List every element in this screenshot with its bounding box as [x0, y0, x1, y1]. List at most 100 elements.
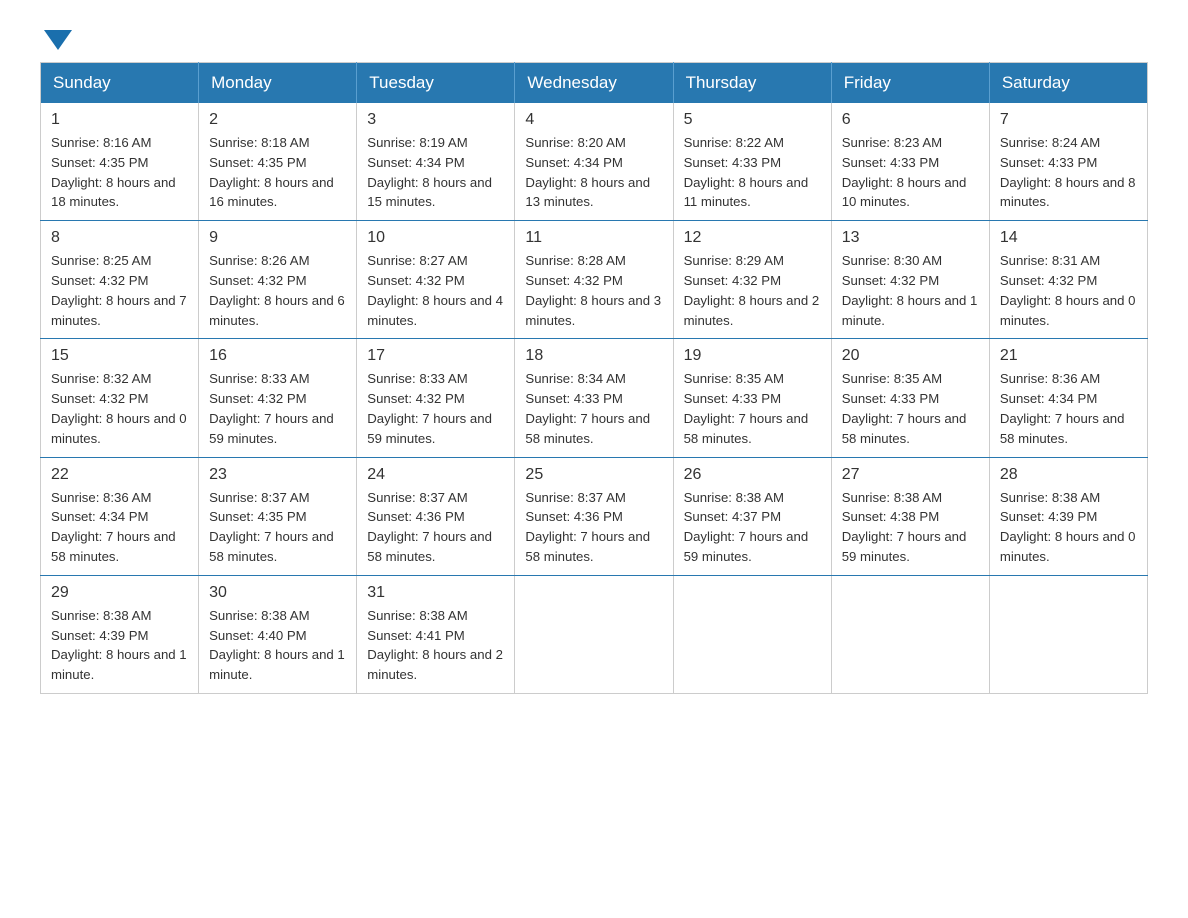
calendar-cell: 6 Sunrise: 8:23 AM Sunset: 4:33 PM Dayli…: [831, 103, 989, 221]
calendar-cell: 17 Sunrise: 8:33 AM Sunset: 4:32 PM Dayl…: [357, 339, 515, 457]
day-number: 18: [525, 347, 662, 365]
day-info: Sunrise: 8:34 AM Sunset: 4:33 PM Dayligh…: [525, 369, 662, 448]
calendar-cell: 4 Sunrise: 8:20 AM Sunset: 4:34 PM Dayli…: [515, 103, 673, 221]
day-number: 2: [209, 111, 346, 129]
day-info: Sunrise: 8:38 AM Sunset: 4:41 PM Dayligh…: [367, 606, 504, 685]
calendar-cell: 21 Sunrise: 8:36 AM Sunset: 4:34 PM Dayl…: [989, 339, 1147, 457]
day-info: Sunrise: 8:37 AM Sunset: 4:35 PM Dayligh…: [209, 488, 346, 567]
day-info: Sunrise: 8:38 AM Sunset: 4:38 PM Dayligh…: [842, 488, 979, 567]
day-number: 6: [842, 111, 979, 129]
calendar-cell: 13 Sunrise: 8:30 AM Sunset: 4:32 PM Dayl…: [831, 221, 989, 339]
day-number: 22: [51, 466, 188, 484]
calendar-body: 1 Sunrise: 8:16 AM Sunset: 4:35 PM Dayli…: [41, 103, 1148, 693]
day-info: Sunrise: 8:33 AM Sunset: 4:32 PM Dayligh…: [209, 369, 346, 448]
weekday-header-wednesday: Wednesday: [515, 63, 673, 104]
day-info: Sunrise: 8:18 AM Sunset: 4:35 PM Dayligh…: [209, 133, 346, 212]
day-number: 23: [209, 466, 346, 484]
calendar-cell: 9 Sunrise: 8:26 AM Sunset: 4:32 PM Dayli…: [199, 221, 357, 339]
calendar-cell: 24 Sunrise: 8:37 AM Sunset: 4:36 PM Dayl…: [357, 457, 515, 575]
calendar-cell: 26 Sunrise: 8:38 AM Sunset: 4:37 PM Dayl…: [673, 457, 831, 575]
calendar-cell: 15 Sunrise: 8:32 AM Sunset: 4:32 PM Dayl…: [41, 339, 199, 457]
calendar-week-row: 8 Sunrise: 8:25 AM Sunset: 4:32 PM Dayli…: [41, 221, 1148, 339]
day-number: 9: [209, 229, 346, 247]
day-info: Sunrise: 8:27 AM Sunset: 4:32 PM Dayligh…: [367, 251, 504, 330]
calendar-cell: 12 Sunrise: 8:29 AM Sunset: 4:32 PM Dayl…: [673, 221, 831, 339]
day-info: Sunrise: 8:38 AM Sunset: 4:40 PM Dayligh…: [209, 606, 346, 685]
day-number: 1: [51, 111, 188, 129]
day-number: 4: [525, 111, 662, 129]
day-info: Sunrise: 8:25 AM Sunset: 4:32 PM Dayligh…: [51, 251, 188, 330]
day-number: 26: [684, 466, 821, 484]
day-info: Sunrise: 8:31 AM Sunset: 4:32 PM Dayligh…: [1000, 251, 1137, 330]
day-number: 8: [51, 229, 188, 247]
day-info: Sunrise: 8:30 AM Sunset: 4:32 PM Dayligh…: [842, 251, 979, 330]
calendar-cell: 22 Sunrise: 8:36 AM Sunset: 4:34 PM Dayl…: [41, 457, 199, 575]
day-info: Sunrise: 8:23 AM Sunset: 4:33 PM Dayligh…: [842, 133, 979, 212]
calendar-cell: 14 Sunrise: 8:31 AM Sunset: 4:32 PM Dayl…: [989, 221, 1147, 339]
day-number: 29: [51, 584, 188, 602]
calendar-cell: 20 Sunrise: 8:35 AM Sunset: 4:33 PM Dayl…: [831, 339, 989, 457]
calendar-cell: 18 Sunrise: 8:34 AM Sunset: 4:33 PM Dayl…: [515, 339, 673, 457]
weekday-header-sunday: Sunday: [41, 63, 199, 104]
calendar-week-row: 22 Sunrise: 8:36 AM Sunset: 4:34 PM Dayl…: [41, 457, 1148, 575]
calendar-cell: 2 Sunrise: 8:18 AM Sunset: 4:35 PM Dayli…: [199, 103, 357, 221]
calendar-cell: 3 Sunrise: 8:19 AM Sunset: 4:34 PM Dayli…: [357, 103, 515, 221]
day-number: 21: [1000, 347, 1137, 365]
calendar-cell: 8 Sunrise: 8:25 AM Sunset: 4:32 PM Dayli…: [41, 221, 199, 339]
calendar-cell: 10 Sunrise: 8:27 AM Sunset: 4:32 PM Dayl…: [357, 221, 515, 339]
day-info: Sunrise: 8:28 AM Sunset: 4:32 PM Dayligh…: [525, 251, 662, 330]
logo-triangle-icon: [44, 30, 72, 50]
calendar-cell: 11 Sunrise: 8:28 AM Sunset: 4:32 PM Dayl…: [515, 221, 673, 339]
weekday-header-friday: Friday: [831, 63, 989, 104]
calendar-week-row: 29 Sunrise: 8:38 AM Sunset: 4:39 PM Dayl…: [41, 575, 1148, 693]
weekday-header-row: SundayMondayTuesdayWednesdayThursdayFrid…: [41, 63, 1148, 104]
day-number: 24: [367, 466, 504, 484]
calendar-cell: 28 Sunrise: 8:38 AM Sunset: 4:39 PM Dayl…: [989, 457, 1147, 575]
logo-text: [40, 30, 72, 46]
weekday-header-thursday: Thursday: [673, 63, 831, 104]
day-info: Sunrise: 8:35 AM Sunset: 4:33 PM Dayligh…: [684, 369, 821, 448]
calendar-cell: [989, 575, 1147, 693]
day-info: Sunrise: 8:38 AM Sunset: 4:37 PM Dayligh…: [684, 488, 821, 567]
calendar-cell: 1 Sunrise: 8:16 AM Sunset: 4:35 PM Dayli…: [41, 103, 199, 221]
calendar-cell: 23 Sunrise: 8:37 AM Sunset: 4:35 PM Dayl…: [199, 457, 357, 575]
page-header: [40, 30, 1148, 42]
day-info: Sunrise: 8:32 AM Sunset: 4:32 PM Dayligh…: [51, 369, 188, 448]
calendar-cell: [515, 575, 673, 693]
calendar-cell: [673, 575, 831, 693]
day-number: 14: [1000, 229, 1137, 247]
day-number: 27: [842, 466, 979, 484]
day-info: Sunrise: 8:37 AM Sunset: 4:36 PM Dayligh…: [367, 488, 504, 567]
weekday-header-tuesday: Tuesday: [357, 63, 515, 104]
calendar-cell: 25 Sunrise: 8:37 AM Sunset: 4:36 PM Dayl…: [515, 457, 673, 575]
day-number: 15: [51, 347, 188, 365]
calendar-cell: 30 Sunrise: 8:38 AM Sunset: 4:40 PM Dayl…: [199, 575, 357, 693]
day-number: 20: [842, 347, 979, 365]
day-number: 16: [209, 347, 346, 365]
day-info: Sunrise: 8:29 AM Sunset: 4:32 PM Dayligh…: [684, 251, 821, 330]
calendar-cell: 29 Sunrise: 8:38 AM Sunset: 4:39 PM Dayl…: [41, 575, 199, 693]
day-info: Sunrise: 8:33 AM Sunset: 4:32 PM Dayligh…: [367, 369, 504, 448]
day-info: Sunrise: 8:37 AM Sunset: 4:36 PM Dayligh…: [525, 488, 662, 567]
calendar-table: SundayMondayTuesdayWednesdayThursdayFrid…: [40, 62, 1148, 694]
day-info: Sunrise: 8:35 AM Sunset: 4:33 PM Dayligh…: [842, 369, 979, 448]
day-number: 13: [842, 229, 979, 247]
day-info: Sunrise: 8:38 AM Sunset: 4:39 PM Dayligh…: [1000, 488, 1137, 567]
calendar-cell: 5 Sunrise: 8:22 AM Sunset: 4:33 PM Dayli…: [673, 103, 831, 221]
day-info: Sunrise: 8:36 AM Sunset: 4:34 PM Dayligh…: [51, 488, 188, 567]
day-number: 10: [367, 229, 504, 247]
day-number: 31: [367, 584, 504, 602]
day-number: 17: [367, 347, 504, 365]
day-number: 19: [684, 347, 821, 365]
day-info: Sunrise: 8:20 AM Sunset: 4:34 PM Dayligh…: [525, 133, 662, 212]
day-info: Sunrise: 8:22 AM Sunset: 4:33 PM Dayligh…: [684, 133, 821, 212]
logo: [40, 30, 72, 42]
day-info: Sunrise: 8:38 AM Sunset: 4:39 PM Dayligh…: [51, 606, 188, 685]
calendar-cell: 31 Sunrise: 8:38 AM Sunset: 4:41 PM Dayl…: [357, 575, 515, 693]
day-number: 11: [525, 229, 662, 247]
day-number: 7: [1000, 111, 1137, 129]
day-number: 5: [684, 111, 821, 129]
calendar-cell: 19 Sunrise: 8:35 AM Sunset: 4:33 PM Dayl…: [673, 339, 831, 457]
day-info: Sunrise: 8:26 AM Sunset: 4:32 PM Dayligh…: [209, 251, 346, 330]
calendar-cell: 27 Sunrise: 8:38 AM Sunset: 4:38 PM Dayl…: [831, 457, 989, 575]
